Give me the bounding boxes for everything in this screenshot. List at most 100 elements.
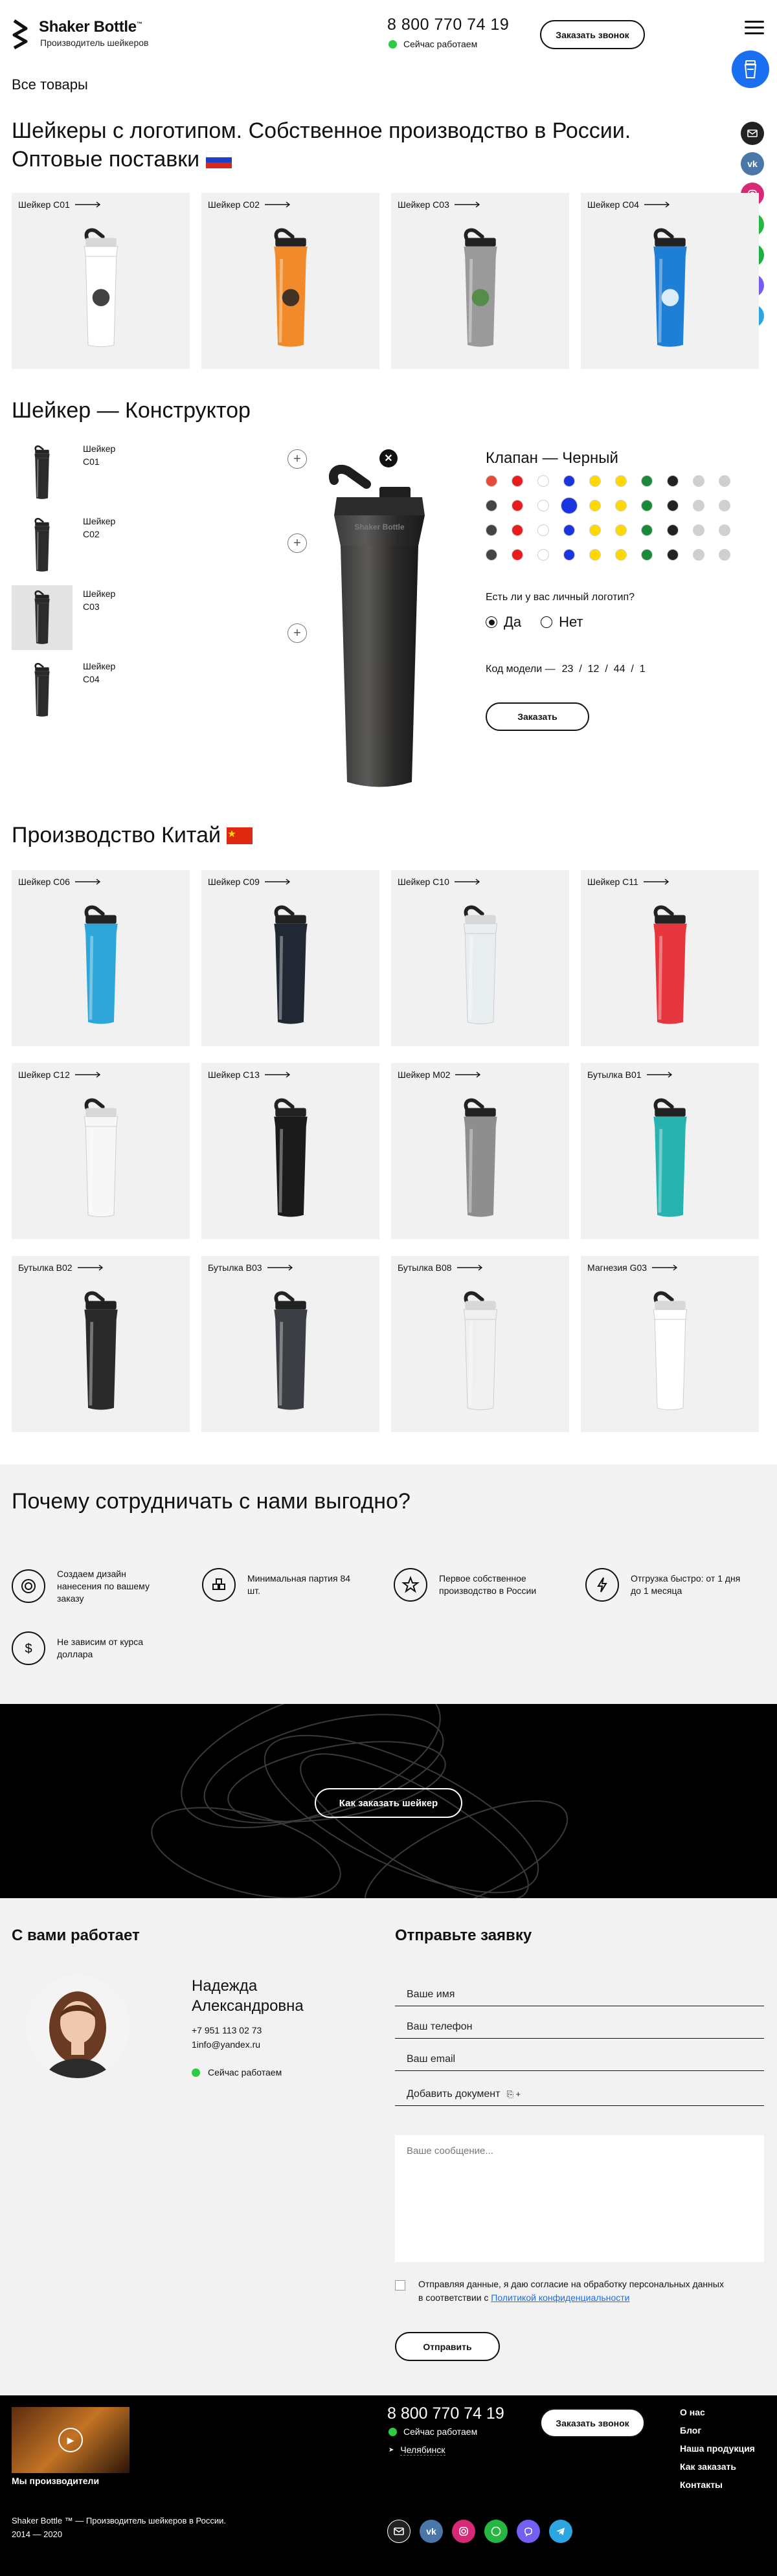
product-card[interactable]: Бутылка B01: [581, 1063, 759, 1239]
product-label[interactable]: Шейкер M02: [398, 1070, 481, 1080]
product-label[interactable]: Шейкер C01: [18, 199, 101, 210]
telegram-icon[interactable]: [549, 2520, 572, 2543]
radio-yes[interactable]: Да: [486, 614, 521, 631]
footer-menu-item[interactable]: Наша продукция: [680, 2439, 755, 2458]
color-swatch[interactable]: [537, 524, 549, 536]
constructor-thumb[interactable]: Шейкер C03: [12, 585, 115, 650]
color-swatch[interactable]: [693, 524, 704, 536]
product-image[interactable]: [72, 227, 130, 350]
product-image[interactable]: [262, 227, 320, 350]
product-image[interactable]: [262, 904, 320, 1027]
color-swatch[interactable]: [512, 524, 523, 536]
product-card[interactable]: Шейкер C09: [201, 870, 379, 1046]
product-label[interactable]: Шейкер C03: [398, 199, 480, 210]
product-label[interactable]: Шейкер C06: [18, 877, 101, 887]
consent-checkbox[interactable]: [395, 2280, 405, 2290]
color-swatch[interactable]: [719, 500, 730, 511]
product-image[interactable]: [72, 904, 130, 1027]
product-image[interactable]: [641, 1290, 699, 1413]
footer-city[interactable]: ➤ Челябинск: [388, 2445, 445, 2456]
product-label[interactable]: Шейкер C04: [587, 199, 670, 210]
color-swatch[interactable]: [486, 524, 497, 536]
product-label[interactable]: Шейкер C13: [208, 1070, 291, 1080]
product-label[interactable]: Бутылка B03: [208, 1262, 293, 1273]
color-swatch[interactable]: [641, 524, 653, 536]
product-card[interactable]: Шейкер C01: [12, 193, 190, 369]
product-label[interactable]: Шейкер C12: [18, 1070, 101, 1080]
color-swatch[interactable]: [615, 475, 627, 487]
color-swatch[interactable]: [589, 475, 601, 487]
color-swatch[interactable]: [693, 500, 704, 511]
product-card[interactable]: Шейкер C11: [581, 870, 759, 1046]
constructor-thumb[interactable]: Шейкер C01: [12, 440, 115, 505]
color-swatch[interactable]: [615, 549, 627, 561]
color-swatch[interactable]: [537, 500, 549, 511]
product-image[interactable]: [451, 904, 510, 1027]
add-layer-plus-1[interactable]: +: [287, 449, 307, 469]
video-thumbnail[interactable]: ▶: [12, 2407, 130, 2473]
color-swatch[interactable]: [537, 475, 549, 487]
product-image[interactable]: [641, 227, 699, 350]
color-swatch[interactable]: [615, 524, 627, 536]
product-label[interactable]: Бутылка B02: [18, 1262, 104, 1273]
how-to-order-button[interactable]: Как заказать шейкер: [315, 1788, 462, 1818]
color-swatch[interactable]: [719, 524, 730, 536]
product-image[interactable]: [262, 1097, 320, 1220]
constructor-order-button[interactable]: Заказать: [486, 702, 589, 731]
product-image[interactable]: [451, 1290, 510, 1413]
email-icon[interactable]: [741, 122, 764, 145]
product-card[interactable]: Бутылка B03: [201, 1256, 379, 1432]
color-swatch[interactable]: [589, 549, 601, 561]
product-label[interactable]: Бутылка B08: [398, 1262, 483, 1273]
attach-document[interactable]: Добавить документ ⎘ +: [395, 2089, 764, 2106]
product-image[interactable]: [641, 904, 699, 1027]
vk-icon[interactable]: vk: [420, 2520, 443, 2543]
color-swatch[interactable]: [719, 549, 730, 561]
product-image[interactable]: [262, 1290, 320, 1413]
color-swatch[interactable]: [563, 549, 575, 561]
product-image[interactable]: [29, 445, 55, 500]
color-swatch[interactable]: [667, 500, 679, 511]
color-swatch[interactable]: [563, 475, 575, 487]
color-swatch[interactable]: [667, 549, 679, 561]
product-card[interactable]: Бутылка B08: [391, 1256, 569, 1432]
add-layer-plus-2[interactable]: +: [287, 533, 307, 553]
thumb-image[interactable]: [12, 513, 73, 577]
vk-icon[interactable]: vk: [741, 152, 764, 175]
manager-phone-link[interactable]: +7 951 113 02 73: [192, 2025, 262, 2035]
brand-name[interactable]: Shaker Bottle™: [39, 18, 142, 36]
product-card[interactable]: Шейкер C03: [391, 193, 569, 369]
brand-logo-icon[interactable]: [12, 19, 28, 49]
order-call-button[interactable]: Заказать звонок: [540, 20, 645, 49]
thumb-image[interactable]: [12, 440, 73, 505]
color-swatch[interactable]: [486, 549, 497, 561]
footer-menu-item[interactable]: Как заказать: [680, 2458, 755, 2476]
product-image[interactable]: [72, 1290, 130, 1413]
color-swatch[interactable]: [512, 475, 523, 487]
color-swatch[interactable]: [512, 549, 523, 561]
color-swatch[interactable]: [589, 500, 601, 511]
product-image[interactable]: [641, 1097, 699, 1220]
manager-email-link[interactable]: 1info@yandex.ru: [192, 2039, 260, 2050]
submit-button[interactable]: Отправить: [395, 2332, 500, 2361]
header-phone-link[interactable]: 8 800 770 74 19: [387, 16, 509, 34]
product-label[interactable]: Шейкер C02: [208, 199, 291, 210]
viber-icon[interactable]: [517, 2520, 540, 2543]
product-image[interactable]: [451, 1097, 510, 1220]
product-card[interactable]: Шейкер C04: [581, 193, 759, 369]
color-swatch[interactable]: [693, 549, 704, 561]
name-input[interactable]: Ваше имя: [395, 1989, 764, 2006]
color-swatch[interactable]: [486, 500, 497, 511]
color-swatch[interactable]: [719, 475, 730, 487]
privacy-policy-link[interactable]: Политикой конфиденциальности: [491, 2292, 629, 2303]
product-card[interactable]: Бутылка B02: [12, 1256, 190, 1432]
color-swatch[interactable]: [667, 524, 679, 536]
product-image[interactable]: [29, 590, 55, 645]
phone-input[interactable]: Ваш телефон: [395, 2021, 764, 2039]
constructor-thumb[interactable]: Шейкер C02: [12, 513, 115, 577]
message-textarea[interactable]: Ваше сообщение...: [395, 2135, 764, 2262]
color-swatch[interactable]: [561, 497, 578, 514]
play-icon[interactable]: ▶: [58, 2428, 83, 2452]
color-swatch[interactable]: [537, 549, 549, 561]
product-card[interactable]: Магнезия G03: [581, 1256, 759, 1432]
